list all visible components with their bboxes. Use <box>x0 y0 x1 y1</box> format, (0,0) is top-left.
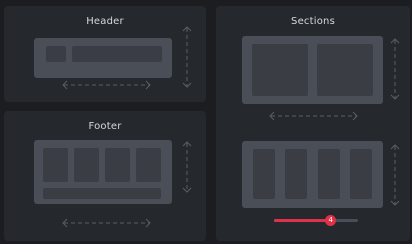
header-logo-block <box>46 46 66 62</box>
vertical-resize-arrow-icon[interactable] <box>390 38 400 100</box>
horizontal-resize-arrow-icon[interactable] <box>62 80 152 90</box>
footer-card[interactable]: Footer <box>4 111 206 241</box>
footer-column-block <box>136 148 161 182</box>
slider-thumb[interactable]: 4 <box>325 215 337 226</box>
horizontal-resize-arrow-icon[interactable] <box>269 111 359 121</box>
section-column-block <box>350 149 372 199</box>
footer-card-title: Footer <box>88 121 122 132</box>
vertical-resize-arrow-icon[interactable] <box>182 141 192 193</box>
sections-card-title: Sections <box>291 16 335 27</box>
footer-preview <box>34 140 172 204</box>
sections-card[interactable]: Sections 4 <box>216 6 410 241</box>
columns-slider[interactable]: 4 <box>274 215 358 226</box>
sections-preview-four-columns <box>242 141 383 208</box>
slider-fill <box>274 219 331 222</box>
section-column-block <box>317 44 373 96</box>
header-card[interactable]: Header <box>4 6 206 102</box>
section-column-block <box>285 149 307 199</box>
header-nav-block <box>72 46 162 62</box>
section-column-block <box>318 149 340 199</box>
footer-column-block <box>43 148 68 182</box>
header-preview <box>34 38 172 78</box>
vertical-resize-arrow-icon[interactable] <box>390 144 400 206</box>
section-column-block <box>252 44 308 96</box>
horizontal-resize-arrow-icon[interactable] <box>62 218 152 228</box>
section-column-block <box>253 149 275 199</box>
footer-column-block <box>105 148 130 182</box>
vertical-resize-arrow-icon[interactable] <box>182 26 192 88</box>
footer-column-block <box>74 148 99 182</box>
slider-value: 4 <box>328 216 333 224</box>
header-card-title: Header <box>86 16 124 27</box>
footer-bar-block <box>43 188 161 199</box>
sections-preview-two-columns <box>242 36 383 104</box>
